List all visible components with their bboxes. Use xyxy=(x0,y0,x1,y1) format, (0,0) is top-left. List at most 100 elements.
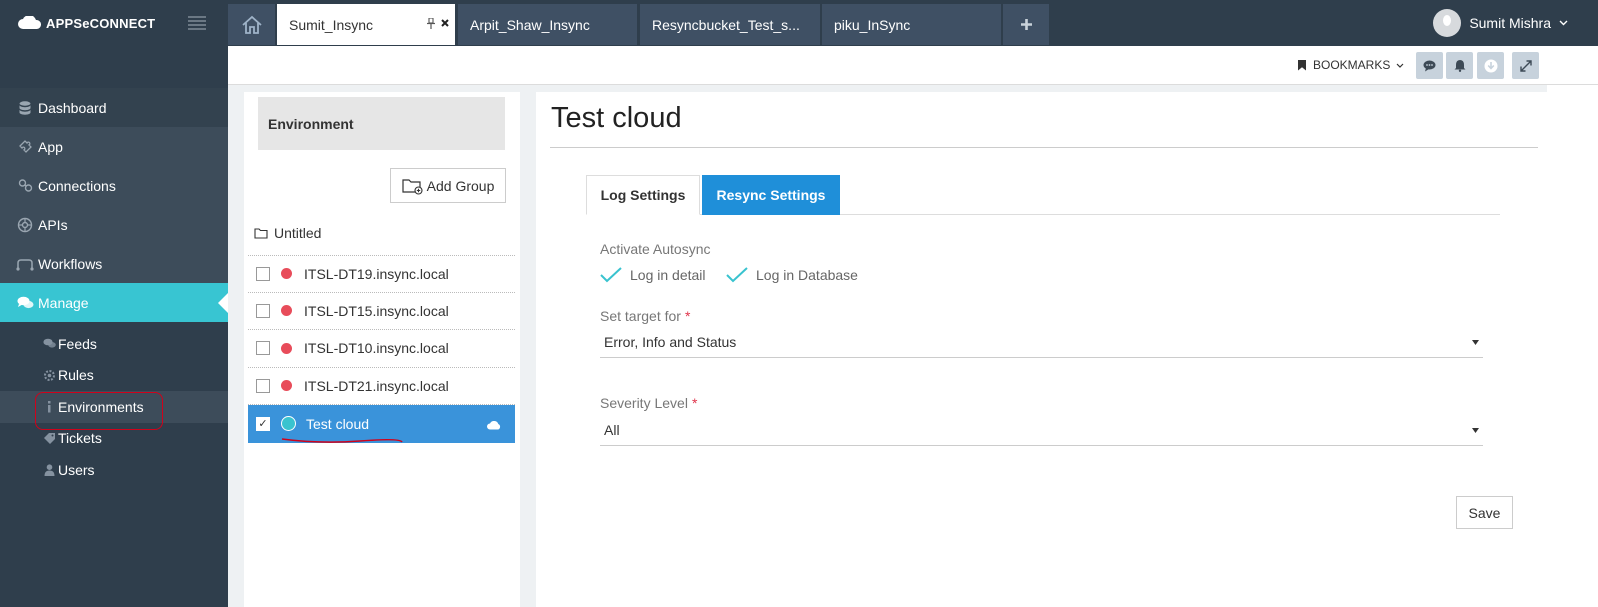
notifications-button[interactable] xyxy=(1446,52,1473,79)
tag-icon xyxy=(42,432,56,445)
brand-cloud-icon xyxy=(18,16,42,29)
environment-list: ITSL-DT19.insync.local ITSL-DT15.insync.… xyxy=(248,255,515,443)
chevron-down-icon xyxy=(1396,60,1404,70)
chat-icon xyxy=(1423,60,1436,71)
bell-icon xyxy=(1454,60,1465,72)
option-label: Log in detail xyxy=(630,267,706,283)
environment-row-itsl-dt21[interactable]: ITSL-DT21.insync.local xyxy=(248,368,515,405)
fullscreen-button[interactable] xyxy=(1512,52,1539,79)
check-icon xyxy=(600,267,622,283)
caret-down-icon xyxy=(1472,337,1479,347)
environment-checkbox[interactable] xyxy=(256,378,270,393)
log-in-detail-option[interactable]: Log in detail xyxy=(600,267,706,283)
environment-checkbox[interactable] xyxy=(256,341,270,356)
status-dot-online xyxy=(281,416,296,432)
environment-name: ITSL-DT21.insync.local xyxy=(304,377,449,394)
home-tab[interactable] xyxy=(228,4,275,45)
sidebar: APPSeCONNECT Dashboard App Connections A… xyxy=(0,0,228,607)
cog-icon xyxy=(42,369,56,382)
toolbar: BOOKMARKS xyxy=(228,46,1598,85)
severity-label-text: Severity Level xyxy=(600,395,688,411)
home-icon xyxy=(241,15,262,34)
chat-button[interactable] xyxy=(1416,52,1443,79)
highlight-annotation xyxy=(35,392,163,430)
page-title: Test cloud xyxy=(551,102,682,134)
top-bar: Sumit_Insync Arpit_Shaw_Insync Resyncbuc… xyxy=(228,0,1598,46)
environment-name: ITSL-DT19.insync.local xyxy=(304,265,449,282)
environment-name: ITSL-DT10.insync.local xyxy=(304,340,449,357)
status-dot-offline xyxy=(281,380,292,392)
status-dot-offline xyxy=(281,342,292,354)
severity-select[interactable]: All xyxy=(600,415,1483,446)
tab-sumit-insync[interactable]: Sumit_Insync xyxy=(277,4,455,45)
comments-icon xyxy=(16,294,34,312)
subnav-item-users[interactable]: Users xyxy=(0,454,228,486)
link-icon xyxy=(16,177,34,195)
group-untitled[interactable]: Untitled xyxy=(254,225,321,241)
log-in-database-option[interactable]: Log in Database xyxy=(726,267,858,283)
tab-label: Sumit_Insync xyxy=(289,16,374,33)
target-label: Set target for * xyxy=(600,308,690,324)
target-select[interactable]: Error, Info and Status xyxy=(600,327,1483,358)
download-button[interactable] xyxy=(1477,52,1504,79)
menu-toggle-icon[interactable] xyxy=(188,16,206,30)
sidebar-spacer xyxy=(0,46,228,88)
sidebar-item-label: Connections xyxy=(38,177,116,194)
environment-row-itsl-dt10[interactable]: ITSL-DT10.insync.local xyxy=(248,330,515,368)
gear-circle-icon xyxy=(16,216,34,234)
tab-label: Arpit_Shaw_Insync xyxy=(470,16,590,33)
severity-select-value: All xyxy=(604,422,620,438)
subnav-item-rules[interactable]: Rules xyxy=(0,360,228,392)
close-tab-icon[interactable] xyxy=(441,16,449,30)
sidebar-item-workflows[interactable]: Workflows xyxy=(0,244,228,283)
environment-checkbox-checked[interactable]: ✓ xyxy=(256,416,270,431)
sidebar-item-apis[interactable]: APIs xyxy=(0,205,228,244)
environment-row-itsl-dt15[interactable]: ITSL-DT15.insync.local xyxy=(248,293,515,330)
tab-piku-insync[interactable]: piku_InSync xyxy=(822,4,1001,45)
divider xyxy=(550,147,1538,148)
tab-log-settings[interactable]: Log Settings xyxy=(586,175,700,215)
sidebar-item-label: App xyxy=(38,138,63,155)
cloud-icon xyxy=(487,417,501,433)
brand-logo-text: APPSeCONNECT xyxy=(46,15,156,31)
download-icon xyxy=(1484,59,1497,72)
user-name: Sumit Mishra xyxy=(1469,15,1551,31)
expand-icon xyxy=(1519,59,1532,72)
user-menu[interactable]: Sumit Mishra xyxy=(1433,9,1568,37)
subnav-item-label: Rules xyxy=(58,367,94,384)
target-label-text: Set target for xyxy=(600,308,681,324)
environment-panel: Environment Add Group Untitled ITSL-DT19… xyxy=(244,92,520,607)
bookmarks-dropdown[interactable]: BOOKMARKS xyxy=(1298,58,1404,72)
tab-resyncbucket-test[interactable]: Resyncbucket_Test_s... xyxy=(640,4,820,45)
main-content: Test cloud Log Settings Resync Settings … xyxy=(536,92,1547,607)
add-tab-button[interactable] xyxy=(1003,4,1049,45)
plus-icon xyxy=(1020,19,1032,30)
environment-checkbox[interactable] xyxy=(256,266,270,281)
environment-name: ITSL-DT15.insync.local xyxy=(304,302,449,319)
comments-icon xyxy=(42,338,56,349)
sidebar-item-label: Manage xyxy=(38,294,89,311)
bookmark-icon xyxy=(1298,59,1306,71)
sidebar-item-manage[interactable]: Manage xyxy=(0,283,228,322)
workflow-icon xyxy=(16,255,34,273)
scroll-gutter xyxy=(1547,85,1598,607)
add-group-button[interactable]: Add Group xyxy=(390,168,506,203)
sidebar-item-connections[interactable]: Connections xyxy=(0,166,228,205)
severity-label: Severity Level * xyxy=(600,395,697,411)
sidebar-item-dashboard[interactable]: Dashboard xyxy=(0,88,228,127)
subnav-item-label: Tickets xyxy=(58,430,102,447)
underline-annotation xyxy=(281,438,403,443)
pin-icon[interactable] xyxy=(427,17,435,32)
tab-resync-settings[interactable]: Resync Settings xyxy=(702,175,840,215)
tab-arpit-shaw-insync[interactable]: Arpit_Shaw_Insync xyxy=(458,4,637,45)
status-dot-offline xyxy=(281,305,292,317)
environment-row-itsl-dt19[interactable]: ITSL-DT19.insync.local xyxy=(248,255,515,293)
autosync-label: Activate Autosync xyxy=(600,241,711,257)
environment-name: Test cloud xyxy=(306,415,370,432)
environment-checkbox[interactable] xyxy=(256,303,270,318)
brand: APPSeCONNECT xyxy=(0,0,228,46)
save-button[interactable]: Save xyxy=(1456,496,1513,529)
subnav-item-feeds[interactable]: Feeds xyxy=(0,328,228,360)
subnav-item-label: Feeds xyxy=(58,335,97,352)
sidebar-item-app[interactable]: App xyxy=(0,127,228,166)
